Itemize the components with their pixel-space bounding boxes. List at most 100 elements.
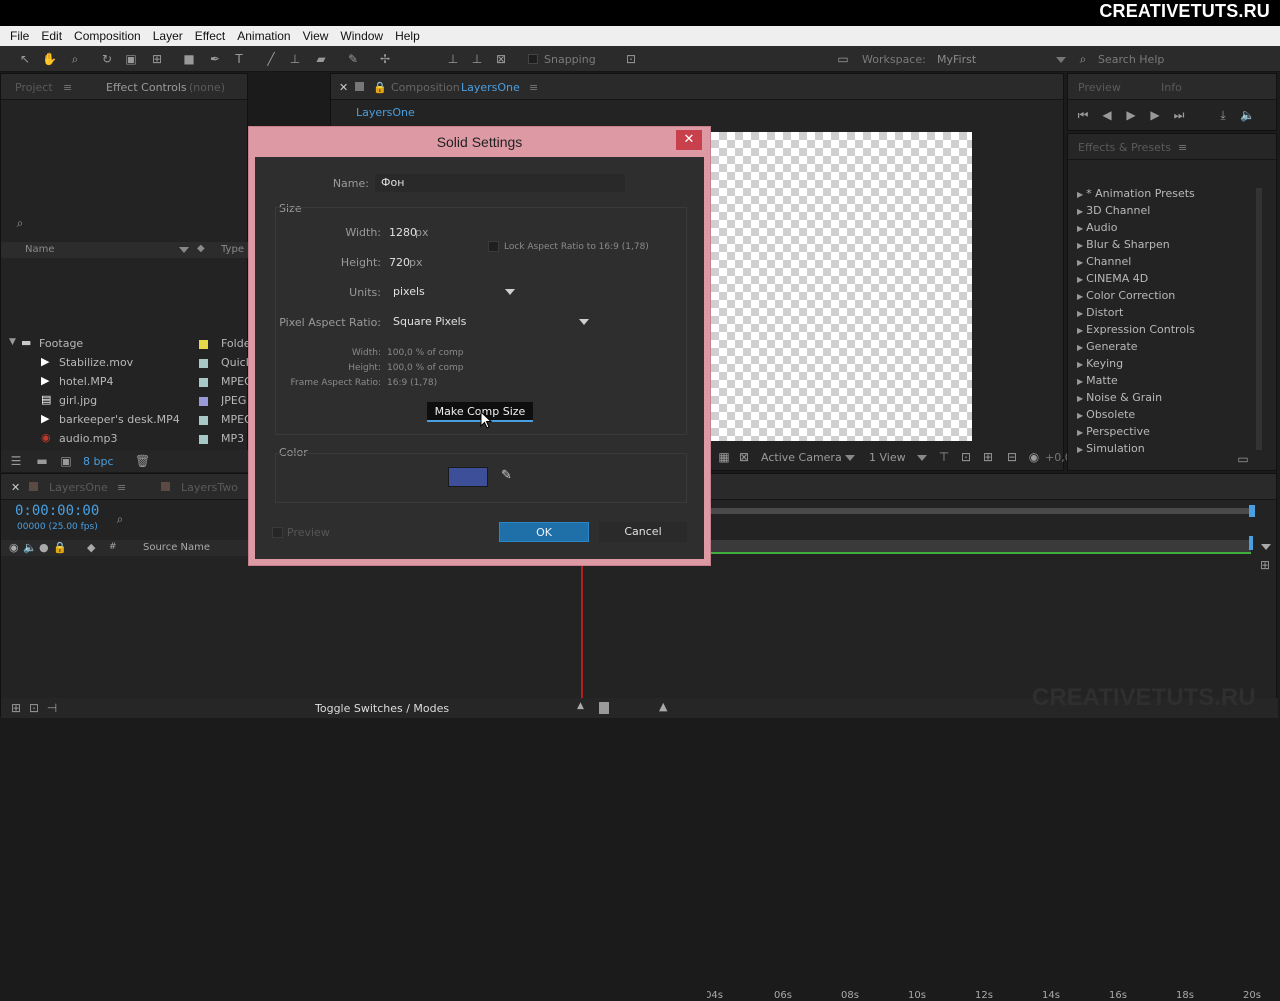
collapsed-arrow-icon[interactable]: ▶ — [1077, 241, 1083, 250]
sort-icon[interactable] — [179, 247, 189, 253]
menu-help[interactable]: Help — [395, 29, 420, 43]
timeline-nav-icon[interactable] — [1261, 544, 1271, 550]
comp-mini-flowchart-icon[interactable]: ⊞ — [9, 701, 23, 715]
menu-view[interactable]: View — [303, 29, 329, 43]
close-comp-icon[interactable]: ✕ — [339, 81, 348, 94]
par-dropdown-icon[interactable] — [579, 319, 589, 325]
comp-viewer-lock-icon[interactable]: 🔒 — [373, 81, 387, 94]
effect-category[interactable]: ▶ Obsolete — [1077, 408, 1135, 421]
video-switch-icon[interactable]: ◉ — [9, 541, 19, 554]
collapsed-arrow-icon[interactable]: ▶ — [1077, 428, 1083, 437]
current-time-indicator[interactable] — [581, 556, 583, 698]
collapsed-arrow-icon[interactable]: ▶ — [1077, 343, 1083, 352]
effect-category[interactable]: ▶ Audio — [1077, 221, 1117, 234]
comp-flowchart-icon[interactable]: ⊞ — [1258, 558, 1272, 572]
project-item[interactable]: ▶ Stabilize.mov QuickTime — [1, 354, 249, 372]
collapsed-arrow-icon[interactable]: ▶ — [1077, 326, 1083, 335]
lock-aspect-checkbox[interactable] — [488, 241, 499, 252]
fast-preview-icon[interactable]: ⊡ — [959, 450, 973, 464]
rotate-tool-icon[interactable]: ↻ — [100, 52, 114, 66]
puppet-pin-tool-icon[interactable]: ✢ — [378, 52, 392, 66]
new-folder-icon[interactable]: ▬ — [35, 454, 49, 468]
effect-category[interactable]: ▶ Keying — [1077, 357, 1123, 370]
ok-button[interactable]: OK — [499, 522, 589, 542]
bpc-toggle[interactable]: 8 bpc — [83, 455, 114, 468]
collapsed-arrow-icon[interactable]: ▶ — [1077, 190, 1083, 199]
effect-category[interactable]: ▶ Perspective — [1077, 425, 1150, 438]
effect-category[interactable]: ▶ Distort — [1077, 306, 1123, 319]
comp-breadcrumb[interactable]: LayersOne — [356, 106, 415, 119]
first-frame-icon[interactable]: ⏮ — [1076, 108, 1090, 122]
zoom-tool-icon[interactable]: ⌕ — [68, 52, 82, 66]
col-type[interactable]: Type — [221, 244, 244, 255]
effect-category[interactable]: ▶ Matte — [1077, 374, 1118, 387]
effect-category[interactable]: ▶ Blur & Sharpen — [1077, 238, 1170, 251]
project-search-icon[interactable]: ⌕ — [13, 216, 27, 230]
comp-menu-icon[interactable]: ≡ — [529, 81, 538, 94]
snap-options-icon[interactable]: ⊡ — [624, 52, 638, 66]
prev-frame-icon[interactable]: ◀ — [1100, 108, 1114, 122]
play-icon[interactable]: ▶ — [1124, 108, 1138, 122]
zoom-slider-handle[interactable] — [599, 702, 609, 714]
label-column-icon[interactable]: ◆ — [197, 243, 205, 254]
collapsed-arrow-icon[interactable]: ▶ — [1077, 309, 1083, 318]
lock-switch-icon[interactable]: 🔒 — [53, 541, 67, 554]
selection-tool-icon[interactable]: ↖ — [18, 52, 32, 66]
type-tool-icon[interactable]: T — [232, 52, 246, 66]
label-color-swatch[interactable] — [199, 435, 208, 444]
roto-brush-tool-icon[interactable]: ✎ — [346, 52, 360, 66]
camera-dropdown-icon[interactable] — [845, 455, 855, 461]
toggle-switches-modes-button[interactable]: Toggle Switches / Modes — [315, 702, 449, 715]
camera-tool-icon[interactable]: ▣ — [124, 52, 138, 66]
name-field[interactable]: Фон — [375, 174, 625, 192]
project-item[interactable]: ▤ girl.jpg JPEG — [1, 392, 249, 410]
effect-category[interactable]: ▶ 3D Channel — [1077, 204, 1150, 217]
menu-effect[interactable]: Effect — [195, 29, 225, 43]
timeline-toggle-icon[interactable]: ⊞ — [981, 450, 995, 464]
tab-preview[interactable]: Preview — [1078, 81, 1121, 94]
effect-category[interactable]: ▶ Simulation — [1077, 442, 1145, 455]
label-color-swatch[interactable] — [199, 397, 208, 406]
height-value[interactable]: 720 — [389, 256, 410, 269]
grid-toggle-icon[interactable]: ▦ — [717, 450, 731, 464]
collapsed-arrow-icon[interactable]: ▶ — [1077, 360, 1083, 369]
menu-window[interactable]: Window — [340, 29, 383, 43]
hand-tool-icon[interactable]: ✋ — [42, 52, 57, 66]
exposure-icon[interactable]: ◉ — [1027, 450, 1041, 464]
tab-composition-layersone[interactable]: LayersOne — [461, 81, 520, 94]
project-menu-icon[interactable]: ≡ — [63, 81, 72, 94]
end-time-marker[interactable] — [1249, 536, 1253, 550]
project-item[interactable]: ◉ audio.mp3 MP3 — [1, 430, 249, 448]
tab-project[interactable]: Project — [15, 81, 53, 94]
timeline-search-icon[interactable]: ⌕ — [113, 512, 127, 526]
menu-edit[interactable]: Edit — [41, 29, 62, 43]
brush-tool-icon[interactable]: ╱ — [264, 52, 278, 66]
project-item[interactable]: ▼ ▬ Footage Folder — [1, 335, 249, 353]
close-icon[interactable]: ✕ — [676, 130, 702, 150]
solo-switch-icon[interactable]: ● — [39, 541, 49, 554]
workspace-select[interactable]: MyFirst — [937, 53, 976, 66]
effect-category[interactable]: ▶ Channel — [1077, 255, 1131, 268]
color-swatch[interactable] — [448, 467, 488, 487]
comp-lock-icon[interactable] — [355, 82, 364, 91]
eraser-tool-icon[interactable]: ▰ — [314, 52, 328, 66]
cancel-button[interactable]: Cancel — [599, 522, 687, 542]
interpret-footage-icon[interactable]: ☰ — [9, 454, 23, 468]
col-source-name[interactable]: Source Name — [143, 542, 210, 553]
audio-switch-icon[interactable]: 🔈 — [23, 541, 37, 554]
label-color-swatch[interactable] — [199, 378, 208, 387]
collapsed-arrow-icon[interactable]: ▶ — [1077, 445, 1083, 454]
units-select[interactable]: pixels — [387, 281, 517, 301]
flowchart-icon[interactable]: ⊟ — [1005, 450, 1019, 464]
audio-icon[interactable]: 🔈 — [1240, 108, 1255, 122]
effects-menu-icon[interactable]: ≡ — [1178, 141, 1187, 154]
project-item[interactable]: ▶ barkeeper's desk.MP4 MPEG — [1, 411, 249, 429]
comp-canvas-transparency-grid[interactable] — [711, 132, 972, 441]
label-switch-icon[interactable]: ◆ — [87, 541, 95, 554]
next-frame-icon[interactable]: ▶ — [1148, 108, 1162, 122]
preview-checkbox[interactable] — [272, 527, 283, 538]
expanded-arrow-icon[interactable]: ▼ — [9, 337, 16, 347]
pan-behind-tool-icon[interactable]: ⊞ — [150, 52, 164, 66]
snapping-checkbox[interactable] — [528, 54, 538, 64]
collapsed-arrow-icon[interactable]: ▶ — [1077, 258, 1083, 267]
